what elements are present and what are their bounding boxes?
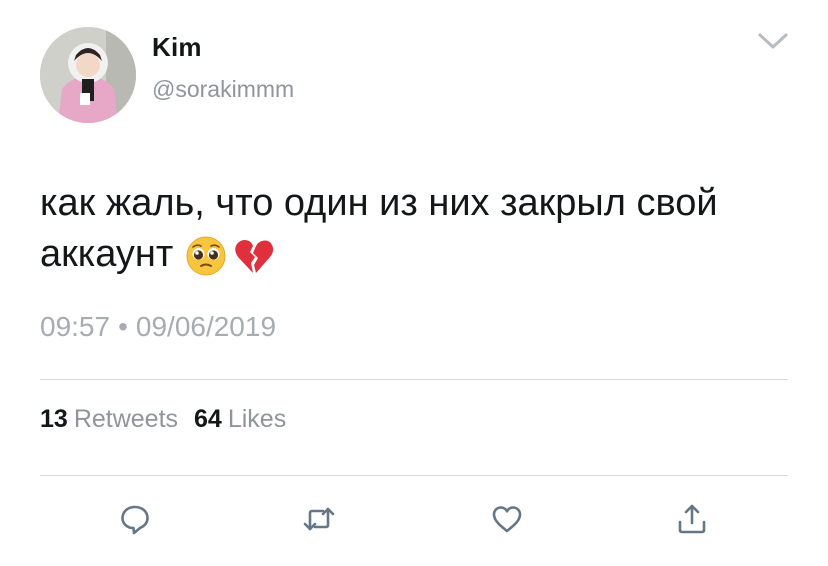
avatar[interactable] — [40, 27, 136, 123]
retweet-icon — [303, 507, 335, 531]
retweets-label: Retweets — [73, 405, 179, 433]
display-name[interactable]: Kim — [152, 32, 202, 63]
share-icon — [678, 504, 706, 534]
user-handle[interactable]: @sorakimmm — [152, 76, 294, 103]
heart-icon — [492, 506, 522, 533]
tweet-text: как жаль, что один из них закрыл свой ак… — [40, 178, 800, 280]
reply-icon — [121, 505, 149, 535]
tweet-stats: 13 Retweets 64 Likes — [40, 405, 286, 434]
retweet-button[interactable] — [297, 497, 341, 541]
likes-label: Likes — [227, 405, 287, 433]
like-button[interactable] — [485, 497, 529, 541]
likes-stat[interactable]: 64 Likes — [194, 405, 286, 434]
divider — [40, 379, 788, 380]
pleading-face-icon — [185, 235, 227, 277]
likes-count: 64 — [194, 405, 222, 433]
reply-button[interactable] — [113, 497, 157, 541]
chevron-down-icon[interactable] — [756, 30, 790, 52]
tweet-time: 09:57 — [40, 311, 111, 342]
timestamp-separator: • — [118, 311, 128, 342]
tweet-body: как жаль, что один из них закрыл свой ак… — [40, 182, 718, 275]
retweets-count: 13 — [40, 405, 68, 433]
divider — [40, 475, 788, 476]
action-bar — [0, 497, 828, 541]
retweets-stat[interactable]: 13 Retweets — [40, 405, 178, 434]
tweet-card: Kim @sorakimmm как жаль, что один из них… — [0, 0, 828, 566]
broken-heart-icon — [233, 235, 275, 277]
tweet-date: 09/06/2019 — [135, 311, 277, 342]
share-button[interactable] — [670, 497, 714, 541]
tweet-timestamp: 09:57 • 09/06/2019 — [40, 311, 276, 343]
avatar-photo — [40, 27, 136, 123]
